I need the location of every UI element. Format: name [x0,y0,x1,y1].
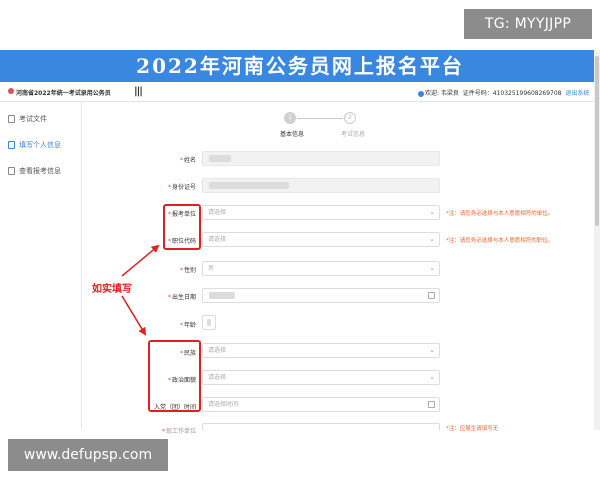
post-select[interactable]: 请选择 ⌄ [202,232,440,247]
step-2-dot: 2 [344,112,356,124]
calendar-icon [428,292,435,299]
work-unit-note: *注：应届生请填写无 [446,426,499,432]
ethnic-select[interactable]: 请选择 ⌄ [202,343,440,358]
org-logo-icon [8,88,14,94]
political-select[interactable]: 请选择 ⌄ [202,370,440,385]
chevron-down-icon: ⌄ [429,208,435,216]
sidebar: 考试文件 填写个人信息 查看报考信息 [0,102,82,430]
id-card-icon [8,167,15,175]
name-field [202,151,440,166]
id-number-label: *身份证号 [167,184,196,191]
arrow-down [121,295,147,336]
chevron-down-icon: ⌄ [429,373,435,381]
name-label: *姓名 [179,157,196,164]
age-label: *年龄 [179,322,196,329]
redacted-value [209,292,235,299]
id-number-field [202,178,440,193]
sidebar-item-fill-info[interactable]: 填写个人信息 [8,140,61,150]
user-info: 欢迎: 韦梁良 证件号码：410325199608269708 退出系统 [418,88,589,97]
step-2-label: 考试信息 [341,131,366,138]
org-name: 河南省2022年统一考试录用公务员 [16,90,111,97]
birth-date-label: *出生日期 [167,294,196,301]
sidebar-item-label: 查看报考信息 [19,167,61,175]
party-date-field[interactable]: 请选择时间 [202,397,440,412]
id-number-label: 证件号码： [462,90,493,97]
age-field [202,315,216,330]
unit-note: *注：请您务必选择与本人意愿相符的单位。 [446,211,554,217]
id-number-value: 410325199608269708 [492,90,562,97]
step-progress: 1 2 基本信息 考试信息 [270,112,390,142]
gender-select[interactable]: 男 ⌄ [202,261,440,276]
chevron-down-icon: ⌄ [429,235,435,243]
step-connector [297,118,343,119]
page: TG: MYYJJPP 2022年河南公务员网上报名平台 河南省2022年统一考… [0,0,600,480]
step-1-dot: 1 [284,112,296,124]
scrollbar[interactable] [594,50,600,430]
sidebar-item-label: 填写个人信息 [19,141,61,149]
scrollbar-thumb[interactable] [595,56,599,226]
arrow-up [121,244,160,277]
calendar-icon [428,401,435,408]
banner-title: 2022年河南公务员网上报名平台 [136,54,464,78]
menu-toggle-icon[interactable]: ||| [134,86,143,97]
step-1-label: 基本信息 [280,131,305,138]
birth-date-field[interactable] [202,288,440,303]
gender-label: *性别 [179,267,196,274]
redacted-value [209,182,289,189]
redacted-value [207,319,211,326]
redacted-value [209,155,231,162]
watermark-bottom: www.defupsp.com [8,439,168,471]
highlight-box-bottom [148,340,201,412]
logout-link[interactable]: 退出系统 [565,90,589,97]
annotation-callout: 如实填写 [92,284,132,295]
work-unit-field[interactable] [202,423,440,431]
post-note: *注：请您务必选择与本人意愿相符的职位。 [446,238,554,244]
user-edit-icon [8,141,15,149]
sidebar-item-exam-files[interactable]: 考试文件 [8,114,47,124]
user-greeting: 欢迎: 韦梁良 [425,90,459,97]
chevron-down-icon: ⌄ [429,264,435,272]
highlight-box-top [163,204,201,250]
document-icon [8,115,15,123]
unit-select[interactable]: 请选择 ⌄ [202,205,440,220]
sidebar-item-view-info[interactable]: 查看报考信息 [8,166,61,176]
user-icon [418,90,424,97]
topbar: 河南省2022年统一考试录用公务员 ||| 欢迎: 韦梁良 证件号码：41032… [0,82,594,102]
sidebar-item-label: 考试文件 [19,115,47,123]
work-unit-label: *现工作单位 [161,428,196,435]
watermark-top: TG: MYYJJPP [464,9,592,39]
chevron-down-icon: ⌄ [429,346,435,354]
